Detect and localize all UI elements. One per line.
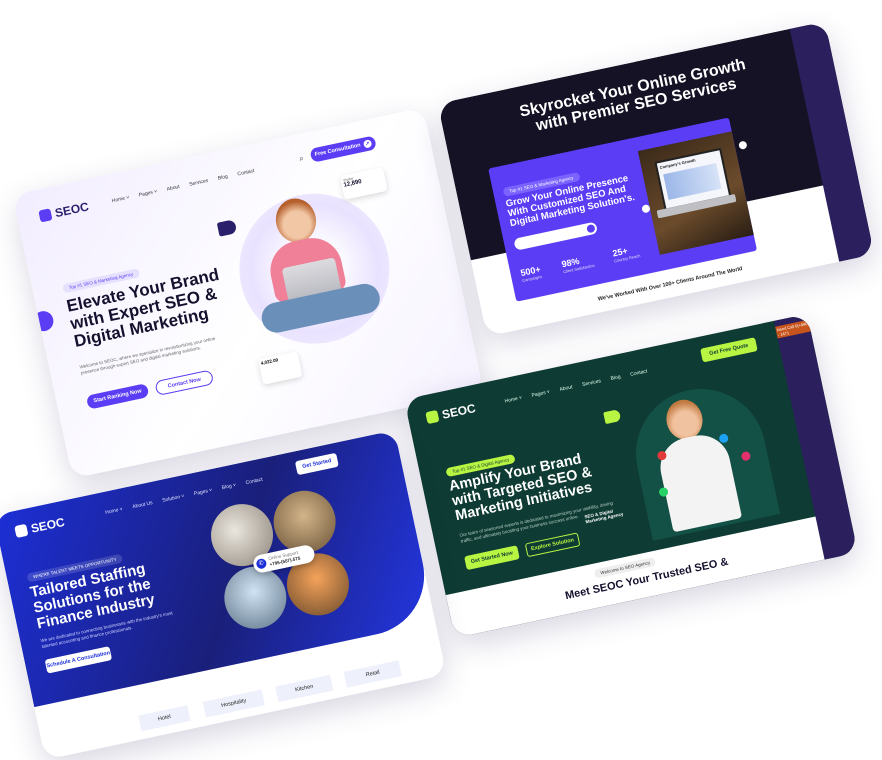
get-started-label: Get Started bbox=[301, 457, 333, 471]
stat-countries: 25+ Country Reach bbox=[612, 243, 641, 264]
main-nav: Home ˅ Pages ˅ About Services Blog Conta… bbox=[504, 368, 648, 404]
visitor-stat-card: Visitor 12,890 bbox=[339, 167, 388, 200]
purple-accent-circle bbox=[31, 309, 56, 334]
nav-blog[interactable]: Blog bbox=[217, 174, 228, 182]
logo-text: SEOC bbox=[440, 401, 477, 422]
free-consultation-button[interactable]: Free Consultation ↗ bbox=[309, 135, 377, 163]
free-consultation-label: Free Consultation bbox=[314, 142, 362, 159]
nav-services[interactable]: Services bbox=[189, 178, 209, 188]
nav-home[interactable]: Home ˅ bbox=[111, 195, 130, 205]
start-ranking-button[interactable]: Start Ranking Now bbox=[85, 383, 150, 410]
card-tailored-staffing: SEOC Home ˅ About Us Solution ˅ Pages ˅ … bbox=[0, 430, 447, 760]
megaphone-icon bbox=[603, 409, 622, 425]
explore-solution-label: Explore Solution bbox=[530, 537, 575, 553]
megaphone-icon bbox=[216, 219, 238, 237]
search-icon[interactable]: ⌕ bbox=[298, 154, 304, 165]
nav-blog[interactable]: Blog bbox=[610, 374, 621, 382]
nav-pages[interactable]: Pages ˅ bbox=[138, 189, 157, 199]
contact-now-button[interactable]: Contact Now bbox=[154, 369, 215, 397]
category-label: Hotel bbox=[157, 713, 172, 723]
mini-stat-value: 4,022.09 bbox=[260, 357, 279, 366]
stat-satisfaction: 98% Client Satisfaction bbox=[561, 253, 595, 274]
get-free-quote-button[interactable]: Get Free Quote bbox=[700, 337, 758, 363]
nav-home[interactable]: Home ˅ bbox=[504, 395, 523, 405]
logo-mark-icon bbox=[425, 409, 440, 425]
nav-services[interactable]: Services bbox=[582, 378, 602, 388]
mini-stat-card: 4,022.09 bbox=[258, 351, 303, 385]
start-ranking-label: Start Ranking Now bbox=[93, 388, 143, 405]
get-free-quote-label: Get Free Quote bbox=[708, 342, 749, 357]
phone-icon: ✆ bbox=[255, 557, 268, 570]
main-nav: Home ˅ Pages ˅ About Services Blog Conta… bbox=[111, 168, 255, 204]
nav-contact[interactable]: Contact bbox=[630, 368, 648, 377]
get-started-button[interactable]: Get Started Now bbox=[464, 545, 520, 571]
category-label: Retail bbox=[365, 669, 381, 679]
nav-about[interactable]: About bbox=[559, 384, 573, 393]
get-started-label: Get Started Now bbox=[470, 550, 514, 566]
logo[interactable]: SEOC bbox=[38, 199, 90, 223]
logo-mark-icon bbox=[14, 523, 29, 539]
arrow-icon: ↗ bbox=[362, 139, 373, 149]
category-hospitality[interactable]: Hospitality bbox=[202, 689, 265, 718]
logo-mark-icon bbox=[38, 208, 53, 223]
logo-text: SEOC bbox=[53, 199, 90, 221]
category-kitchen[interactable]: Kitchen bbox=[275, 674, 334, 703]
nav-about[interactable]: About bbox=[166, 184, 180, 193]
category-label: Kitchen bbox=[294, 683, 314, 694]
category-retail[interactable]: Retail bbox=[343, 660, 402, 688]
submit-dot-icon[interactable] bbox=[586, 223, 596, 234]
nav-contact[interactable]: Contact bbox=[237, 168, 255, 177]
explore-solution-button[interactable]: Explore Solution bbox=[524, 532, 581, 558]
contact-now-label: Contact Now bbox=[167, 376, 202, 390]
category-hotel[interactable]: Hotel bbox=[138, 705, 191, 732]
card-skyrocket: Skyrocket Your Online Growth with Premie… bbox=[437, 21, 875, 337]
stat-campaigns: 500+ Campaigns bbox=[520, 264, 543, 283]
nav-pages[interactable]: Pages ˅ bbox=[531, 389, 550, 399]
category-label: Hospitality bbox=[220, 697, 247, 710]
logo[interactable]: SEOC bbox=[425, 401, 477, 425]
